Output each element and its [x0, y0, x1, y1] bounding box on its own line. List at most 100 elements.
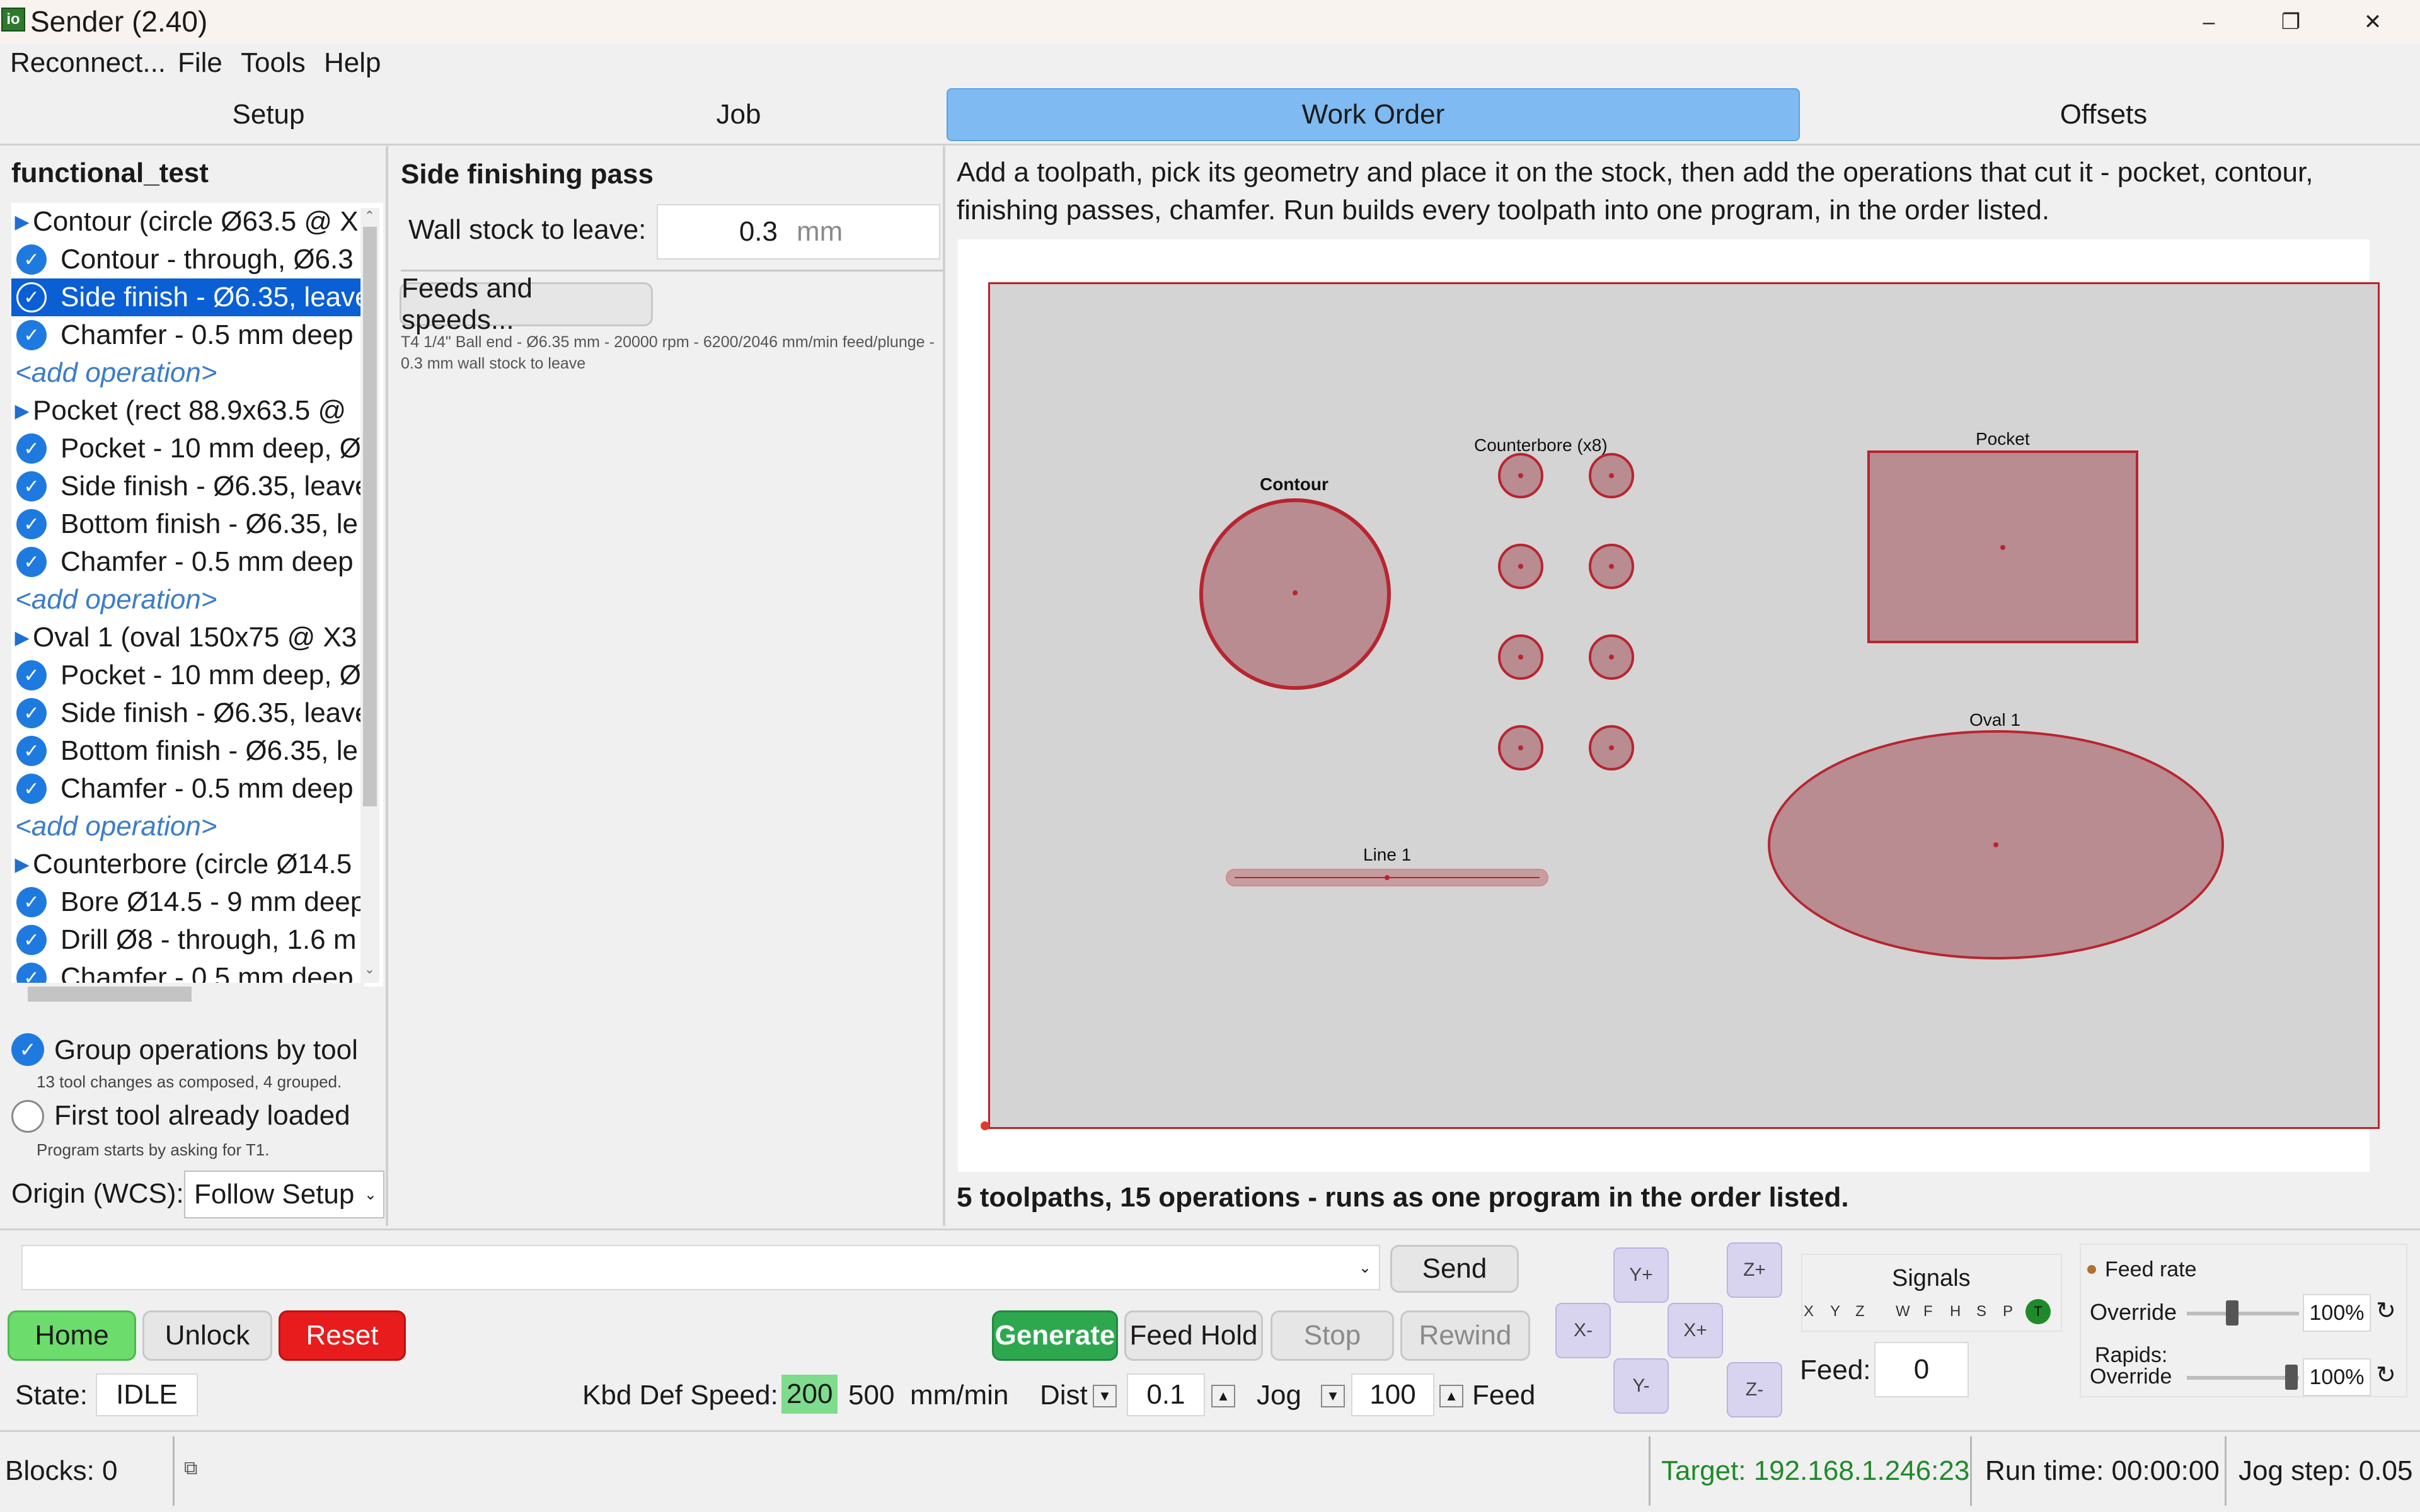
menu-help[interactable]: Help: [324, 45, 381, 81]
counterbore-center: [1518, 745, 1523, 750]
toolpath-row[interactable]: ▶ Contour (circle Ø63.5 @ X: [11, 203, 364, 241]
restore-icon[interactable]: ❐: [2250, 0, 2332, 44]
feed-override-track: [2187, 1312, 2299, 1315]
operation-row[interactable]: ✓ Bottom finish - Ø6.35, le: [11, 505, 364, 543]
operation-tree[interactable]: ▶ Contour (circle Ø63.5 @ X ✓ Contour - thr…: [11, 203, 383, 987]
operation-row[interactable]: ✓ Chamfer - 0.5 mm deep: [11, 316, 364, 354]
operation-row[interactable]: ✓ Chamfer - 0.5 mm deep: [11, 543, 364, 581]
dist-decrease-icon[interactable]: ▼: [1093, 1385, 1117, 1407]
tab-offsets[interactable]: Offsets: [1802, 88, 2405, 141]
jog-x-plus-button[interactable]: X+: [1668, 1303, 1723, 1358]
scroll-down-icon[interactable]: ⌄: [364, 961, 375, 977]
operation-row[interactable]: ✓ Chamfer - 0.5 mm deep: [11, 770, 364, 808]
expand-icon[interactable]: ▶: [11, 400, 33, 422]
signals-title: Signals: [1892, 1265, 1971, 1292]
reset-rapids-icon[interactable]: ↻: [2376, 1361, 2396, 1389]
unlock-button[interactable]: Unlock: [142, 1310, 272, 1361]
operation-row[interactable]: ✓ Pocket - 10 mm deep, Ø: [11, 430, 364, 467]
check-icon[interactable]: ✓: [16, 774, 47, 804]
add-operation-link[interactable]: <add operation>: [11, 354, 364, 392]
reset-button[interactable]: Reset: [279, 1310, 406, 1361]
check-icon[interactable]: ✓: [16, 925, 47, 955]
feed-override-slider[interactable]: [2226, 1300, 2238, 1326]
rapids-override-slider[interactable]: [2285, 1365, 2298, 1390]
add-operation-link[interactable]: <add operation>: [11, 808, 364, 845]
check-icon[interactable]: ✓: [16, 471, 47, 501]
toolpath-row[interactable]: ▶ Counterbore (circle Ø14.5: [11, 845, 364, 883]
operation-row[interactable]: ✓ Pocket - 10 mm deep, Ø: [11, 656, 364, 694]
jog-z-plus-button[interactable]: Z+: [1727, 1242, 1782, 1298]
rewind-button[interactable]: Rewind: [1400, 1310, 1530, 1361]
minimize-icon[interactable]: –: [2168, 0, 2250, 44]
operation-row[interactable]: ✓ Side finish - Ø6.35, leave: [11, 467, 364, 505]
add-operation-link[interactable]: <add operation>: [11, 581, 364, 619]
tree-hscroll-thumb[interactable]: [28, 987, 192, 1002]
jog-increase-icon[interactable]: ▲: [1439, 1385, 1463, 1407]
check-icon[interactable]: ✓: [16, 660, 47, 690]
jog-step: Jog step: 0.05: [2238, 1455, 2413, 1486]
check-icon[interactable]: ✓: [16, 509, 47, 539]
tab-work-order[interactable]: Work Order: [947, 88, 1800, 141]
send-button[interactable]: Send: [1390, 1245, 1519, 1293]
reset-override-icon[interactable]: ↻: [2376, 1297, 2396, 1325]
check-icon[interactable]: ✓: [16, 736, 47, 766]
copy-icon[interactable]: ⧉: [184, 1458, 197, 1479]
jog-y-minus-button[interactable]: Y-: [1613, 1358, 1669, 1414]
check-icon[interactable]: ✓: [16, 887, 47, 917]
signal-t-indicator: T: [2025, 1299, 2051, 1324]
check-icon[interactable]: ✓: [16, 433, 47, 464]
operation-row[interactable]: ✓ Bottom finish - Ø6.35, le: [11, 732, 364, 770]
jog-x-minus-button[interactable]: X-: [1555, 1303, 1611, 1358]
jog-input[interactable]: 100: [1351, 1373, 1434, 1416]
feed-value: 0: [1874, 1342, 1969, 1397]
signal-z: Z: [1855, 1303, 1865, 1320]
tab-setup[interactable]: Setup: [0, 88, 537, 141]
line-center: [1385, 875, 1390, 880]
jog-z-minus-button[interactable]: Z-: [1727, 1362, 1782, 1418]
check-icon[interactable]: ✓: [16, 547, 47, 577]
scroll-up-icon[interactable]: ⌃: [364, 208, 375, 224]
dist-input[interactable]: 0.1: [1127, 1373, 1205, 1416]
operation-heading: Side finishing pass: [401, 159, 654, 190]
operation-row[interactable]: ✓ Drill Ø8 - through, 1.6 m: [11, 921, 364, 959]
feed-hold-button[interactable]: Feed Hold: [1124, 1310, 1263, 1361]
wall-stock-input[interactable]: 0.3 mm: [657, 204, 940, 260]
command-input[interactable]: ⌄: [21, 1245, 1380, 1290]
feeds-and-speeds-button[interactable]: Feeds and speeds...: [400, 273, 653, 335]
status-divider: [2225, 1436, 2227, 1506]
kbd-speed-200[interactable]: 200: [781, 1375, 838, 1414]
expand-icon[interactable]: ▶: [11, 854, 33, 876]
check-icon[interactable]: ✓: [16, 320, 47, 350]
operation-row[interactable]: ✓ Contour - through, Ø6.3: [11, 241, 364, 278]
jog-decrease-icon[interactable]: ▼: [1321, 1385, 1345, 1407]
kbd-speed-500[interactable]: 500: [848, 1380, 894, 1411]
expand-icon[interactable]: ▶: [11, 211, 33, 233]
operation-row[interactable]: ✓ Bore Ø14.5 - 9 mm deep: [11, 883, 364, 921]
tab-job[interactable]: Job: [529, 88, 948, 141]
menu-tools[interactable]: Tools: [241, 45, 306, 81]
toolpath-row[interactable]: ▶ Pocket (rect 88.9x63.5 @: [11, 392, 364, 430]
dist-increase-icon[interactable]: ▲: [1211, 1385, 1235, 1407]
stop-button[interactable]: Stop: [1270, 1310, 1394, 1361]
check-icon[interactable]: ✓: [16, 282, 47, 312]
operation-row[interactable]: ✓ Side finish - Ø6.35, leave: [11, 694, 364, 732]
jog-y-plus-button[interactable]: Y+: [1613, 1247, 1669, 1303]
check-icon[interactable]: ✓: [16, 698, 47, 728]
menu-reconnect[interactable]: Reconnect...: [10, 45, 166, 81]
origin-select[interactable]: Follow Setup ⌄: [184, 1171, 384, 1218]
group-by-tool-checkbox[interactable]: ✓: [11, 1033, 44, 1066]
menu-file[interactable]: File: [178, 45, 222, 81]
generate-button[interactable]: Generate: [992, 1310, 1118, 1361]
check-icon[interactable]: ✓: [16, 244, 47, 275]
stock-canvas[interactable]: Contour Counterbore (x8) Pocket Oval 1 L…: [988, 282, 2380, 1129]
contour-center: [1293, 590, 1298, 595]
toolpath-row[interactable]: ▶ Oval 1 (oval 150x75 @ X3: [11, 619, 364, 656]
operation-row[interactable]: ✓ Side finish - Ø6.35, leave: [11, 278, 364, 316]
job-name: functional_test: [11, 158, 209, 188]
tree-scroll-thumb[interactable]: [363, 227, 377, 806]
close-icon[interactable]: ✕: [2332, 0, 2414, 44]
home-button[interactable]: Home: [8, 1310, 136, 1361]
origin-label: Origin (WCS):: [11, 1178, 184, 1209]
expand-icon[interactable]: ▶: [11, 627, 33, 649]
first-tool-loaded-checkbox[interactable]: [11, 1100, 44, 1133]
